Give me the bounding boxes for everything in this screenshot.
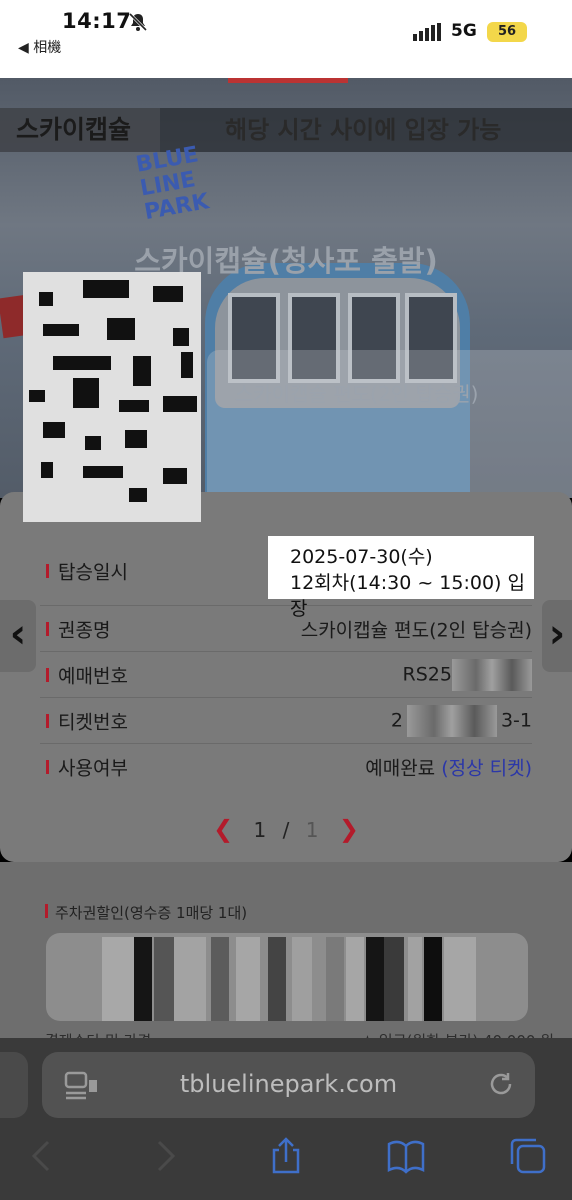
row-marker <box>46 563 49 578</box>
reservation-label: 예매번호 <box>58 665 128 687</box>
chevron-right-icon: › <box>548 611 566 657</box>
forward-icon[interactable] <box>145 1136 185 1176</box>
ticket-number-label: 티켓번호 <box>58 711 128 733</box>
blurred-reservation <box>452 658 532 691</box>
parking-discount-label: 주차권할인(영수증 1매당 1대) <box>55 904 248 922</box>
back-to-app-link[interactable]: ◀ 相機 <box>18 37 61 57</box>
pager-current: 1 <box>253 818 267 842</box>
next-ticket-button[interactable]: › <box>542 600 572 672</box>
signal-icon <box>413 23 441 41</box>
parking-section: 주차권할인(영수증 1매당 1대) 결제수단 및 가격 ★ 일금(원화 부가) … <box>0 862 572 1050</box>
usage-value: 예매완료 (정상 티켓) <box>365 754 532 781</box>
share-icon[interactable] <box>266 1136 306 1176</box>
chevron-left-icon: ‹ <box>9 611 27 657</box>
bell-slash-icon <box>128 12 148 32</box>
row-marker <box>46 713 49 728</box>
reload-icon[interactable] <box>486 1069 516 1099</box>
ticket-validity: (정상 티켓) <box>441 757 532 780</box>
ticket-number-suffix: 3-1 <box>500 709 532 731</box>
pager-separator: / <box>282 818 290 842</box>
product-name: 스카이캡슐 편도(2인 탑승권) <box>235 382 479 406</box>
boarding-date: 2025-07-30(수) <box>290 546 433 568</box>
qr-code <box>23 272 201 522</box>
row-marker <box>46 760 49 774</box>
boarding-session: 12회차(14:30 ~ 15:00) 입장 <box>290 572 525 620</box>
ticket-number-value: 2 3-1 <box>390 704 532 737</box>
status-bar: 14:17 ◀ 相機 5G 56 <box>0 0 572 78</box>
row-reservation: 예매번호 RS25 <box>40 652 532 698</box>
ticket-pager: ❮ 1 / 1 ❯ <box>0 815 572 843</box>
network-label: 5G <box>451 21 477 41</box>
address-bar[interactable]: tbluelinepark.com <box>42 1052 535 1118</box>
row-marker <box>46 667 49 682</box>
product-panel <box>207 350 572 498</box>
product-category-tag: 스카이캡슐 <box>0 108 160 152</box>
tabs-icon[interactable] <box>508 1136 548 1176</box>
reservation-prefix: RS25 <box>402 663 452 685</box>
boarding-datetime: 2025-07-30(수) 12회차(14:30 ~ 15:00) 입장 <box>268 536 534 620</box>
bookmarks-icon[interactable] <box>386 1136 426 1176</box>
row-usage: 사용여부 예매완료 (정상 티켓) <box>40 744 532 790</box>
back-icon[interactable] <box>22 1136 62 1176</box>
browser-chrome: tbluelinepark.com <box>0 1038 572 1200</box>
entry-notice: 해당 시간 사이에 입장 가능 <box>225 116 502 144</box>
row-marker <box>46 621 49 636</box>
usage-label: 사용여부 <box>58 757 128 780</box>
ticket-number-prefix: 2 <box>390 709 403 731</box>
pager-next-button[interactable]: ❯ <box>339 815 359 843</box>
ticket-type-label: 권종명 <box>58 619 111 641</box>
prev-ticket-button[interactable]: ‹ <box>0 600 36 672</box>
park-logo: BLUE LINE PARK <box>134 142 211 225</box>
url-text[interactable]: tbluelinepark.com <box>42 1070 535 1098</box>
row-marker <box>45 904 48 918</box>
pager-prev-button[interactable]: ❮ <box>213 815 233 843</box>
previous-tab-peek[interactable] <box>0 1052 28 1118</box>
row-ticket-number: 티켓번호 2 3-1 <box>40 698 532 744</box>
status-time: 14:17 <box>62 9 132 33</box>
blurred-ticket-number <box>406 704 497 737</box>
boarding-label: 탑승일시 <box>58 561 128 583</box>
parking-barcode <box>46 933 528 1021</box>
pager-total: 1 <box>305 818 319 842</box>
reservation-value: RS25 <box>402 658 532 691</box>
hero-red-strip <box>228 78 348 83</box>
battery-indicator: 56 <box>487 22 527 42</box>
usage-status: 예매완료 <box>365 757 436 780</box>
